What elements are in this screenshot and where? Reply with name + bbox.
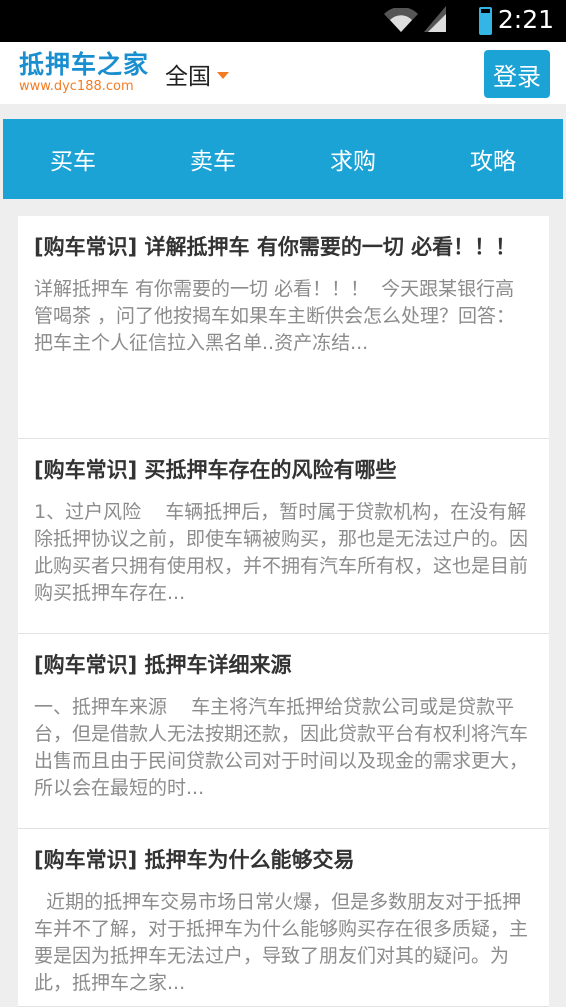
article-title: [购车常识] 详解抵押车 有你需要的一切 必看！！！ [34,235,517,259]
main-nav: 买车 卖车 求购 攻略 [3,119,563,199]
app-header: 抵押车之家 www.dyc188.com 全国 登录 [0,42,566,104]
wifi-icon [384,6,418,36]
article-item[interactable]: [购车常识] 抵押车为什么能够交易 近期的抵押车交易市场日常火爆，但是多数朋友对… [18,829,549,1007]
caret-down-icon [217,71,229,79]
article-summary: 一、抵押车来源 车主将汽车抵押给贷款公司或是贷款平台，但是借款人无法按期还款，因… [34,696,529,799]
nav-item-request[interactable]: 求购 [283,119,423,199]
site-logo[interactable]: 抵押车之家 www.dyc188.com [19,50,149,94]
region-selector[interactable]: 全国 [165,57,229,91]
article-item[interactable]: [购车常识] 详解抵押车 有你需要的一切 必看！！！ 详解抵押车 有你需要的一切… [18,216,549,439]
battery-icon [479,7,492,35]
article-item[interactable]: [购车常识] 抵押车详细来源 一、抵押车来源 车主将汽车抵押给贷款公司或是贷款平… [18,634,549,829]
article-title: [购车常识] 抵押车为什么能够交易 [34,848,355,872]
logo-title: 抵押车之家 [19,50,150,79]
nav-item-buy[interactable]: 买车 [3,119,143,199]
signal-icon [424,6,446,36]
status-bar: 2:21 [0,0,566,42]
status-time: 2:21 [497,5,554,34]
article-title: [购车常识] 抵押车详细来源 [34,653,292,677]
article-summary: 近期的抵押车交易市场日常火爆，但是多数朋友对于抵押车并不了解，对于抵押车为什么能… [34,891,529,994]
nav-item-sell[interactable]: 卖车 [143,119,283,199]
article-item[interactable]: [购车常识] 买抵押车存在的风险有哪些 1、过户风险 车辆抵押后，暂时属于贷款机… [18,439,549,634]
logo-url: www.dyc188.com [19,79,134,94]
article-summary: 详解抵押车 有你需要的一切 必看！！！ 今天跟某银行高管喝茶 ，问了他按揭车如果… [34,278,516,354]
article-title: [购车常识] 买抵押车存在的风险有哪些 [34,458,397,482]
article-summary: 1、过户风险 车辆抵押后，暂时属于贷款机构，在没有解除抵押协议之前，即使车辆被购… [34,501,529,604]
login-button[interactable]: 登录 [484,50,550,98]
region-label: 全国 [165,64,211,90]
article-list: [购车常识] 详解抵押车 有你需要的一切 必看！！！ 详解抵押车 有你需要的一切… [18,216,549,1007]
nav-item-guide[interactable]: 攻略 [423,119,563,199]
